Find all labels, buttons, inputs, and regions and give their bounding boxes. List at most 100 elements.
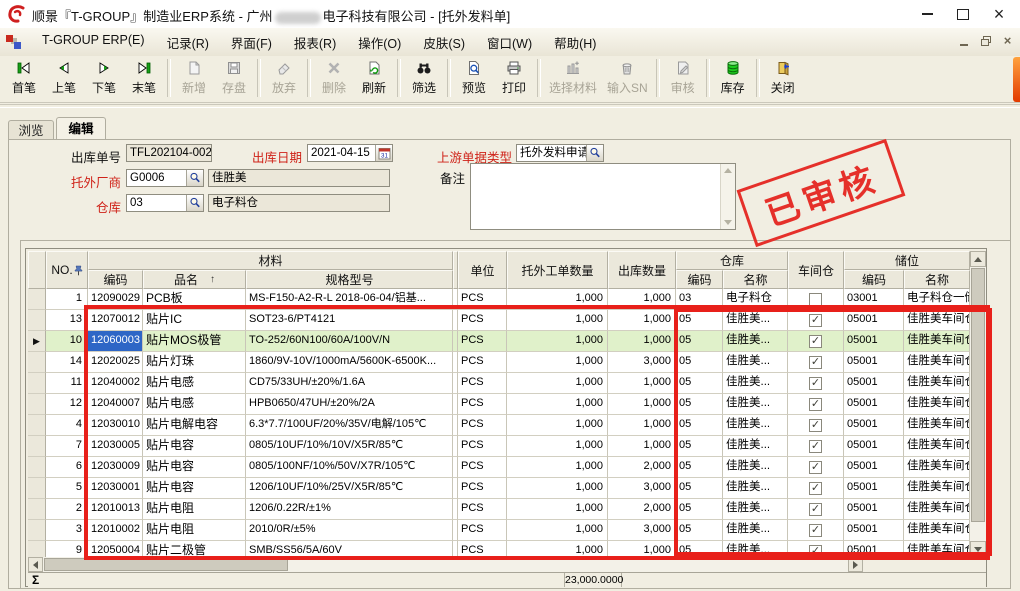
cell-out_qty[interactable]: 2,000: [608, 499, 676, 520]
cell-spec[interactable]: TO-252/60N100/60A/100V/N: [246, 331, 453, 352]
cell-unit[interactable]: PCS: [458, 436, 507, 457]
cell-code[interactable]: 12030009: [88, 457, 143, 478]
cell-name[interactable]: 贴片电容: [143, 457, 246, 478]
cell-loc_code[interactable]: 05001: [844, 436, 904, 457]
cell-loc_name[interactable]: 佳胜美车间仓: [904, 394, 970, 415]
cell-loc_name[interactable]: 佳胜美车间仓: [904, 310, 970, 331]
header-wh-name[interactable]: 名称: [723, 270, 788, 289]
header-wh-code[interactable]: 编码: [676, 270, 723, 289]
cell-loc_code[interactable]: 05001: [844, 352, 904, 373]
cell-wh_name[interactable]: 佳胜美...: [723, 499, 788, 520]
cell-code[interactable]: 12050004: [88, 541, 143, 557]
workshop-checkbox-unchecked[interactable]: [809, 293, 822, 306]
cell-loc_code[interactable]: 05001: [844, 373, 904, 394]
cell-no[interactable]: 4: [46, 415, 88, 436]
cell-name[interactable]: 贴片电容: [143, 436, 246, 457]
cell-loc_name[interactable]: 佳胜美车间仓: [904, 478, 970, 499]
cell-code[interactable]: 12010013: [88, 499, 143, 520]
cell-wh_name[interactable]: 佳胜美...: [723, 415, 788, 436]
header-workshop[interactable]: 车间仓: [788, 251, 844, 289]
cell-no[interactable]: 11: [46, 373, 88, 394]
cell-no[interactable]: 10: [46, 331, 88, 352]
cell-order_qty[interactable]: 1,000: [507, 373, 608, 394]
cell-no[interactable]: 12: [46, 394, 88, 415]
cell-order_qty[interactable]: 1,000: [507, 310, 608, 331]
cell-workshop[interactable]: ✓: [788, 415, 844, 436]
cell-name[interactable]: 贴片电感: [143, 394, 246, 415]
cell-code[interactable]: 12020025: [88, 352, 143, 373]
workshop-checkbox-checked[interactable]: ✓: [809, 461, 822, 474]
cell-wh_code[interactable]: 05: [676, 520, 723, 541]
cell-unit[interactable]: PCS: [458, 520, 507, 541]
cell-no[interactable]: 2: [46, 499, 88, 520]
menu-item[interactable]: 皮肤(S): [412, 29, 476, 56]
cell-workshop[interactable]: ✓: [788, 352, 844, 373]
cell-name[interactable]: PCB板: [143, 289, 246, 310]
cell-workshop[interactable]: ✓: [788, 373, 844, 394]
menu-item[interactable]: 窗口(W): [476, 29, 543, 56]
close-form-button[interactable]: 关闭: [763, 56, 803, 96]
cell-name[interactable]: 贴片灯珠: [143, 352, 246, 373]
menu-item[interactable]: 界面(F): [220, 29, 283, 56]
cell-loc_code[interactable]: 05001: [844, 415, 904, 436]
print-button[interactable]: 打印: [494, 56, 534, 96]
cell-name[interactable]: 贴片电阻: [143, 499, 246, 520]
cell-name[interactable]: 贴片电阻: [143, 520, 246, 541]
prev-record-button[interactable]: 上笔: [44, 56, 84, 96]
upstream-type-field[interactable]: 托外发料申请: [516, 144, 604, 162]
next-record-button[interactable]: 下笔: [84, 56, 124, 96]
cell-no[interactable]: 7: [46, 436, 88, 457]
menu-item[interactable]: 报表(R): [283, 29, 347, 56]
cell-out_qty[interactable]: 2,000: [608, 457, 676, 478]
cell-code[interactable]: 12040002: [88, 373, 143, 394]
order-no-field[interactable]: TFL202104-0022: [126, 144, 212, 162]
cell-out_qty[interactable]: 1,000: [608, 415, 676, 436]
vendor-lookup-button[interactable]: [186, 170, 203, 186]
cell-order_qty[interactable]: 1,000: [507, 541, 608, 557]
cell-wh_name[interactable]: 佳胜美...: [723, 352, 788, 373]
cell-order_qty[interactable]: 1,000: [507, 457, 608, 478]
cell-loc_code[interactable]: 05001: [844, 499, 904, 520]
tab-edit[interactable]: 编辑: [56, 117, 106, 140]
cell-wh_code[interactable]: 05: [676, 541, 723, 557]
cell-wh_name[interactable]: 佳胜美...: [723, 310, 788, 331]
cell-spec[interactable]: MS-F150-A2-R-L 2018-06-04/铝基...: [246, 289, 453, 310]
tab-browse[interactable]: 浏览: [8, 120, 54, 140]
cell-code[interactable]: 12040007: [88, 394, 143, 415]
workshop-checkbox-checked[interactable]: ✓: [809, 419, 822, 432]
cell-wh_name[interactable]: 佳胜美...: [723, 541, 788, 557]
warehouse-lookup-button[interactable]: [186, 195, 203, 211]
header-warehouse-group[interactable]: 仓库: [676, 251, 788, 270]
cell-workshop[interactable]: ✓: [788, 436, 844, 457]
cell-out_qty[interactable]: 1,000: [608, 373, 676, 394]
cell-loc_code[interactable]: 05001: [844, 541, 904, 557]
menu-item[interactable]: 操作(O): [347, 29, 412, 56]
cell-workshop[interactable]: ✓: [788, 457, 844, 478]
menu-item[interactable]: 帮助(H): [543, 29, 607, 56]
cell-loc_name[interactable]: 佳胜美车间仓: [904, 373, 970, 394]
cell-wh_code[interactable]: 05: [676, 394, 723, 415]
cell-workshop[interactable]: ✓: [788, 541, 844, 557]
cell-spec[interactable]: SMB/SS56/5A/60V: [246, 541, 453, 557]
stock-button[interactable]: 库存: [713, 56, 753, 96]
cell-no[interactable]: 3: [46, 520, 88, 541]
cell-spec[interactable]: 0805/10UF/10%/10V/X5R/85℃: [246, 436, 453, 457]
cell-order_qty[interactable]: 1,000: [507, 289, 608, 310]
cell-wh_code[interactable]: 05: [676, 373, 723, 394]
cell-wh_name[interactable]: 佳胜美...: [723, 394, 788, 415]
cell-spec[interactable]: 0805/100NF/10%/50V/X7R/105℃: [246, 457, 453, 478]
header-name[interactable]: 品名↑: [143, 270, 246, 289]
cell-workshop[interactable]: ✓: [788, 394, 844, 415]
cell-loc_code[interactable]: 05001: [844, 310, 904, 331]
header-no[interactable]: NO.: [46, 251, 88, 289]
cell-out_qty[interactable]: 3,000: [608, 478, 676, 499]
cell-unit[interactable]: PCS: [458, 331, 507, 352]
cell-spec[interactable]: 1860/9V-10V/1000mA/5600K-6500K...: [246, 352, 453, 373]
cell-out_qty[interactable]: 1,000: [608, 394, 676, 415]
cell-unit[interactable]: PCS: [458, 457, 507, 478]
cell-out_qty[interactable]: 1,000: [608, 310, 676, 331]
cell-no[interactable]: 14: [46, 352, 88, 373]
grid-vertical-scrollbar[interactable]: [970, 251, 986, 557]
cell-loc_code[interactable]: 05001: [844, 457, 904, 478]
cell-name[interactable]: 贴片IC: [143, 310, 246, 331]
